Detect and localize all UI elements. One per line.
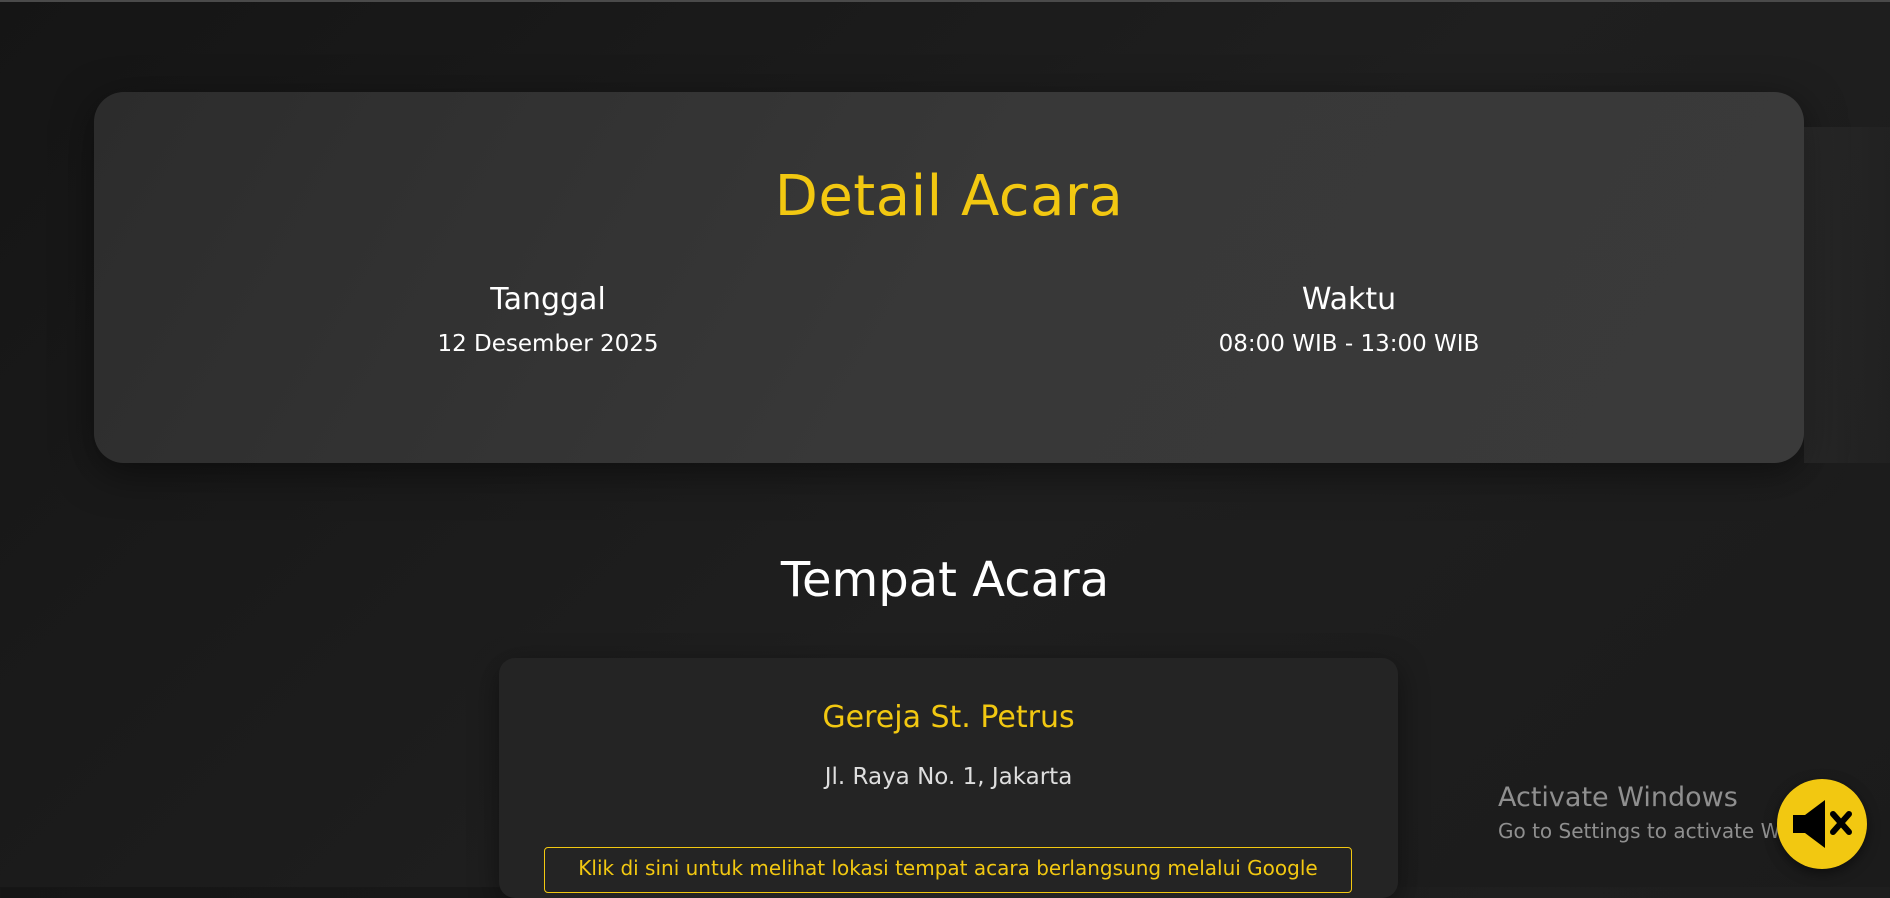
event-detail-card: Detail Acara Tanggal 12 Desember 2025 Wa… [94,92,1890,463]
mute-toggle-button[interactable] [1777,779,1867,869]
date-value: 12 Desember 2025 [437,331,659,357]
speaker-muted-icon [1793,800,1852,848]
time-info: Waktu 08:00 WIB - 13:00 WIB [1129,282,1569,357]
venue-name: Gereja St. Petrus [822,700,1075,735]
event-detail-title: Detail Acara [774,164,1124,229]
venue-card: Gereja St. Petrus Jl. Raya No. 1, Jakart… [499,658,1398,898]
time-value: 08:00 WIB - 13:00 WIB [1218,331,1480,357]
venue-address: Jl. Raya No. 1, Jakarta [824,764,1073,790]
time-label: Waktu [1301,282,1397,317]
date-label: Tanggal [490,282,606,317]
venue-heading: Tempat Acara [780,552,1110,608]
google-maps-link-button[interactable]: Klik di sini untuk melihat lokasi tempat… [544,847,1352,893]
date-info: Tanggal 12 Desember 2025 [328,282,768,357]
top-border [0,0,1890,2]
